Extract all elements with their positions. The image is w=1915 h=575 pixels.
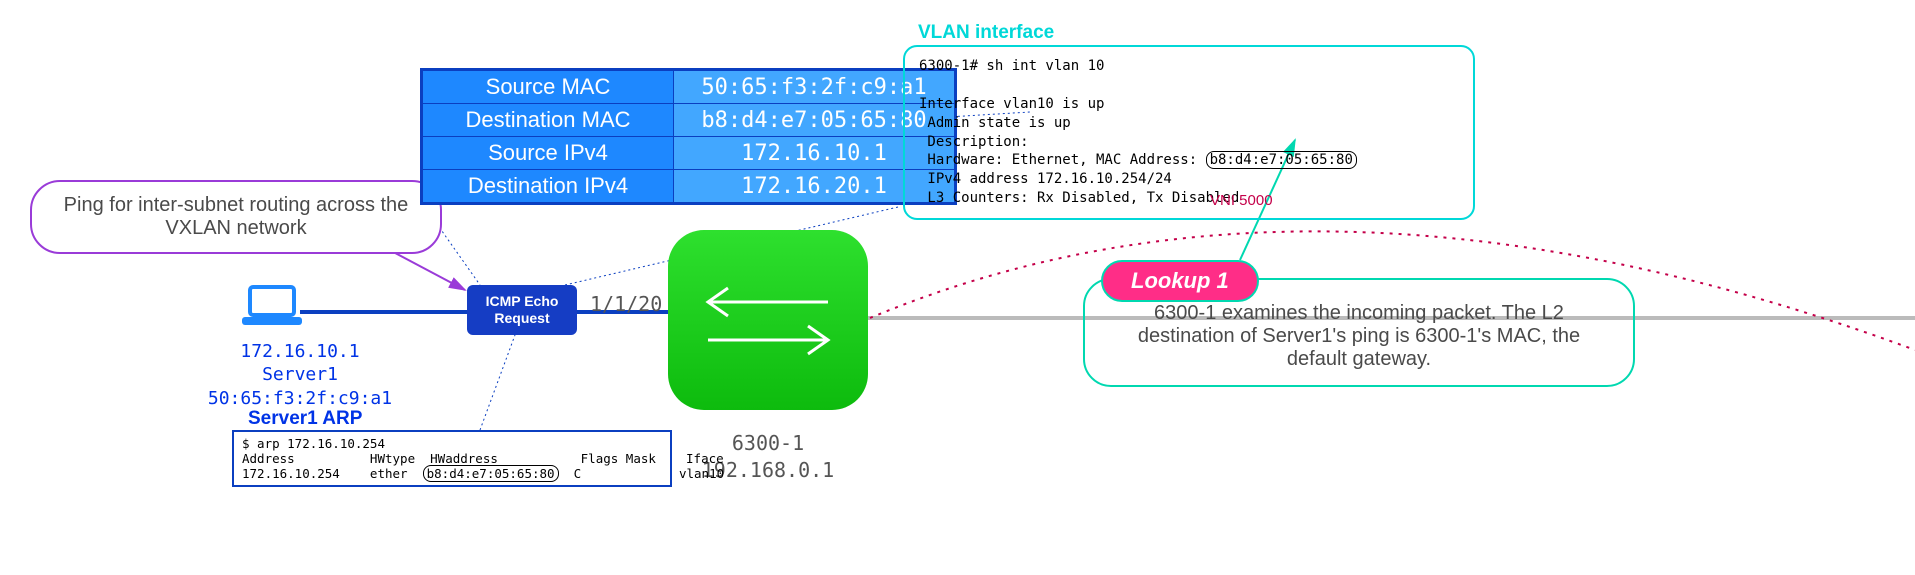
- vlan-l5p: Hardware: Ethernet, MAC Address:: [919, 152, 1206, 168]
- laptop-name: Server1: [262, 364, 338, 385]
- vlan-output: 6300-1# sh int vlan 10 Interface vlan10 …: [903, 45, 1475, 220]
- laptop-ip: 172.16.10.1: [240, 341, 359, 362]
- arp-row-post: C vlan10: [559, 466, 725, 481]
- pkt-k1: Destination MAC: [422, 104, 674, 137]
- vlan-l1: 6300-1# sh int vlan 10: [919, 58, 1104, 74]
- laptop-icon: [240, 285, 304, 329]
- pkt-k3: Destination IPv4: [422, 170, 674, 204]
- switch-icon: [668, 230, 868, 410]
- arp-row-pre: 172.16.10.254 ether: [242, 466, 423, 481]
- arp-row-mac: b8:d4:e7:05:65:80: [423, 465, 559, 482]
- arp-hdr: Address HWtype HWaddress Flags Mask Ifac…: [242, 451, 724, 466]
- vlan-l2: Interface vlan10 is up: [919, 96, 1104, 112]
- vlan-l4: Description:: [919, 134, 1029, 150]
- lookup-badge: Lookup 1: [1101, 260, 1259, 302]
- vlan-l7: L3 Counters: Rx Disabled, Tx Disabled: [919, 190, 1239, 206]
- vlan-l5-mac: b8:d4:e7:05:65:80: [1206, 151, 1357, 169]
- laptop-label: 172.16.10.1 Server1 50:65:f3:2f:c9:a1: [200, 340, 400, 410]
- pkt-k0: Source MAC: [422, 70, 674, 104]
- vlan-l6: IPv4 address 172.16.10.254/24: [919, 171, 1172, 187]
- icmp-echo-request: ICMP Echo Request: [467, 285, 577, 335]
- arp-title: Server1 ARP: [248, 408, 362, 430]
- port-label: 1/1/20: [590, 292, 662, 316]
- vlan-l3: Admin state is up: [919, 115, 1071, 131]
- switch-name: 6300-1: [732, 431, 804, 455]
- vni-label: VNI 5000: [1210, 192, 1273, 209]
- vlan-title: VLAN interface: [918, 22, 1054, 44]
- arp-cmd: $ arp 172.16.10.254: [242, 436, 385, 451]
- pkt-k2: Source IPv4: [422, 137, 674, 170]
- packet-header-table: Source MAC50:65:f3:2f:c9:a1 Destination …: [420, 68, 957, 205]
- ping-annotation: Ping for inter-subnet routing across the…: [30, 180, 442, 254]
- laptop-mac: 50:65:f3:2f:c9:a1: [208, 388, 392, 409]
- arp-output: $ arp 172.16.10.254 Address HWtype HWadd…: [232, 430, 672, 487]
